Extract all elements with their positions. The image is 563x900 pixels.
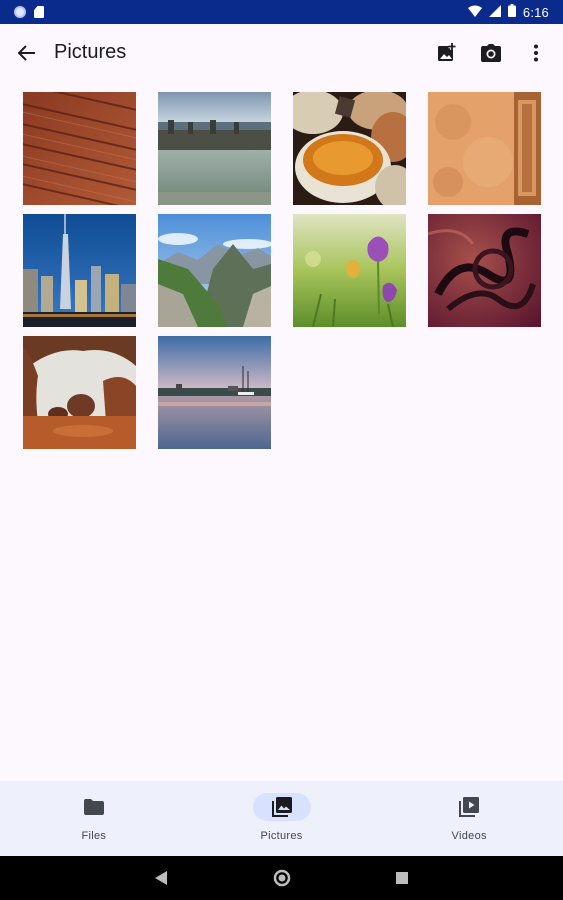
status-bar: 6:16 (0, 0, 563, 24)
arrow-back-icon (18, 45, 35, 61)
nav-item-files[interactable]: Files (0, 781, 188, 856)
more-options-button[interactable] (523, 40, 549, 66)
photo-grid (23, 92, 541, 449)
bottom-navigation: Files Pictures Videos (0, 781, 563, 856)
triangle-back-icon (155, 871, 167, 885)
battery-icon (507, 4, 516, 20)
system-back-button[interactable] (151, 868, 171, 888)
crocus-flower-photo[interactable] (293, 214, 406, 327)
video-library-icon (459, 797, 480, 817)
wifi-icon (467, 5, 482, 20)
rock-cave-photo[interactable] (23, 336, 136, 449)
sea-pool-photo[interactable] (158, 92, 271, 205)
system-navigation-bar (0, 856, 563, 900)
status-time: 6:16 (522, 4, 549, 20)
city-skyline-photo[interactable] (23, 214, 136, 327)
spice-bowls-photo[interactable] (293, 92, 406, 205)
photo-library-icon (271, 797, 292, 817)
nav-label-files: Files (81, 830, 107, 842)
system-recents-button[interactable] (392, 868, 412, 888)
wood-deck-photo[interactable] (23, 92, 136, 205)
mountain-valley-photo[interactable] (158, 214, 271, 327)
nav-item-videos[interactable]: Videos (375, 781, 563, 856)
camera-button[interactable] (478, 40, 504, 66)
page-title: Pictures (54, 41, 127, 63)
more-vert-icon (534, 44, 538, 62)
add-photo-button[interactable] (434, 40, 460, 66)
abstract-swirl-photo[interactable] (428, 214, 541, 327)
nav-label-pictures: Pictures (260, 830, 303, 842)
cell-signal-icon (488, 4, 501, 20)
home-circle-icon (273, 869, 291, 887)
app-bar: Pictures (0, 24, 563, 82)
add-photo-icon (438, 43, 456, 61)
orange-wall-photo[interactable] (428, 92, 541, 205)
notification-circle-icon (14, 6, 26, 18)
nav-label-videos: Videos (451, 830, 487, 842)
system-home-button[interactable] (272, 868, 292, 888)
recents-square-icon (396, 872, 408, 884)
back-button[interactable] (14, 40, 40, 66)
nav-item-pictures[interactable]: Pictures (188, 781, 376, 856)
active-indicator (252, 793, 311, 821)
folder-icon (83, 799, 104, 815)
camera-icon (481, 44, 501, 62)
sd-card-icon (34, 6, 44, 18)
harbor-sunset-photo[interactable] (158, 336, 271, 449)
